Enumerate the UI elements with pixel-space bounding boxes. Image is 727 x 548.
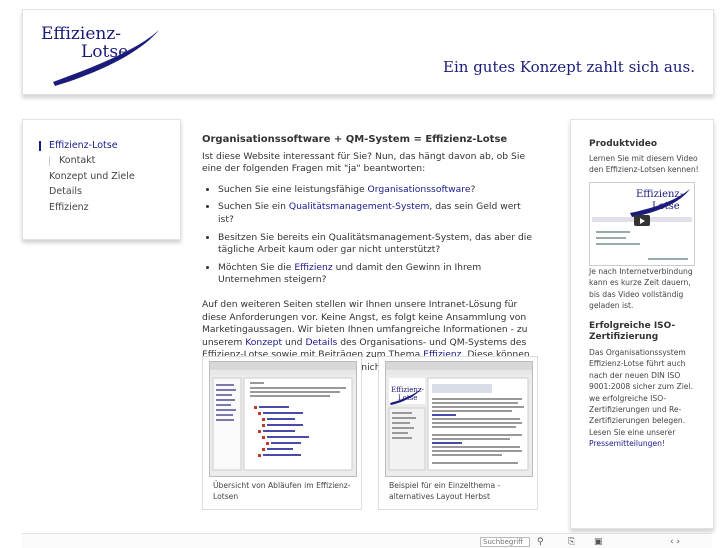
iso-heading: Erfolgreiche ISO-Zertifizierung [589, 321, 676, 342]
link-details[interactable]: Details [305, 337, 337, 348]
nav-item-label: Kontakt [59, 155, 96, 166]
search-icon[interactable]: ⚲ [537, 537, 544, 547]
search-input[interactable] [480, 537, 530, 547]
link-pressemitteilungen[interactable]: Pressemitteilungen [589, 439, 662, 448]
nav-item-kontakt[interactable]: Kontakt [49, 155, 95, 166]
video-player[interactable]: Effizienz- Lotse [589, 182, 695, 266]
video-description: Lernen Sie mit diesem Video den Effizien… [589, 154, 699, 175]
window-icon[interactable]: ▣ [594, 537, 603, 547]
nav-item-label: Konzept und Ziele [49, 171, 135, 182]
screenshot-image-icon: Effizienz- Lotse [386, 362, 532, 471]
question-list: Suchen Sie eine leistungsfähige Organisa… [202, 184, 538, 287]
print-icon[interactable]: ⎘ [568, 537, 575, 547]
screenshot-caption: Übersicht von Abläufen im Effizienz-Lots… [213, 481, 351, 501]
link-effizienz[interactable]: Effizienz [294, 262, 332, 273]
screenshot-thumbnail[interactable] [209, 361, 357, 477]
active-indicator [39, 141, 41, 151]
nav-item-details[interactable]: Details [49, 186, 82, 197]
nav-item-label: Effizienz-Lotse [49, 140, 118, 151]
nav-item-label: Details [49, 186, 82, 197]
nav-arrows-icon[interactable]: ‹ › [670, 537, 680, 547]
video-note: Je nach Internetverbindung kann es kurze… [589, 267, 693, 311]
link-organisationssoftware[interactable]: Organisationssoftware [368, 184, 471, 195]
screenshot-card-1[interactable]: Übersicht von Abläufen im Effizienz-Lots… [202, 356, 362, 510]
nav-item-label: Effizienz [49, 202, 89, 213]
link-qualitaetsmanagement[interactable]: Qualitätsmanagement-System [289, 201, 430, 212]
page-header: Effizienz- Lotse Ein gutes Konzept zahlt… [22, 9, 714, 95]
right-sidebar: Produktvideo Lernen Sie mit diesem Video… [570, 119, 714, 529]
list-item: Möchten Sie die Effizienz und damit den … [218, 262, 538, 287]
tagline: Ein gutes Konzept zahlt sich aus. [443, 58, 695, 76]
nav-item-effizienz-lotse[interactable]: Effizienz-Lotse [39, 140, 118, 151]
screenshot-card-2[interactable]: Effizienz- Lotse B [378, 356, 538, 510]
footer-bar: ⚲ ⎘ ▣ ‹ › [22, 533, 712, 548]
sub-indicator [49, 156, 50, 166]
screenshot-thumbnail[interactable]: Effizienz- Lotse [385, 361, 533, 477]
page-title: Organisationssoftware + QM-System = Effi… [202, 134, 508, 145]
sidebar-nav: Effizienz-Lotse Kontakt Konzept und Ziel… [22, 119, 181, 240]
list-item: Suchen Sie eine leistungsfähige Organisa… [218, 184, 538, 197]
link-konzept[interactable]: Konzept [245, 337, 282, 348]
logo-text-line1: Effizienz- [41, 24, 122, 44]
list-item: Besitzen Sie bereits ein Qualitätsmanage… [218, 232, 538, 257]
nav-item-effizienz[interactable]: Effizienz [49, 202, 89, 213]
intro-text: Ist diese Website interessant für Sie? N… [202, 150, 526, 175]
screenshot-image-icon [210, 362, 356, 471]
list-item: Suchen Sie ein Qualitätsmanagement-Syste… [218, 201, 538, 226]
iso-text: Das Organisationssystem Effizienz-Lotse … [589, 348, 694, 449]
screenshot-gallery: Übersicht von Abläufen im Effizienz-Lots… [202, 356, 538, 510]
main-content: Organisationssoftware + QM-System = Effi… [202, 134, 538, 387]
video-thumbnail-icon: Effizienz- Lotse [590, 183, 694, 265]
screenshot-caption: Beispiel für ein Einzelthema - alternati… [389, 481, 501, 501]
video-heading: Produktvideo [589, 139, 658, 149]
logo[interactable]: Effizienz- Lotse [41, 16, 159, 86]
logo-text-line2: Lotse [81, 42, 129, 62]
nav-item-konzept-und-ziele[interactable]: Konzept und Ziele [49, 171, 135, 182]
